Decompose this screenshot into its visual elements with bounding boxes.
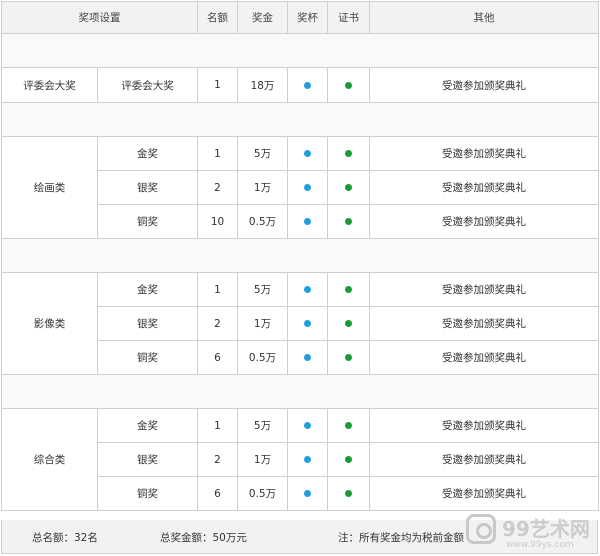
- prize-cell: 0.5万: [237, 340, 288, 375]
- other-cell: 受邀参加颁奖典礼: [369, 476, 599, 511]
- level-cell: 银奖: [97, 442, 198, 477]
- category-cell: 综合类: [1, 408, 98, 511]
- category-cell: 影像类: [1, 272, 98, 375]
- total-prize: 总奖金额：50万元: [160, 532, 247, 544]
- certificate-dot-icon: [345, 456, 352, 463]
- cup-dot-icon: [304, 354, 311, 361]
- total-count: 总名额：32名: [32, 532, 98, 544]
- certificate-dot-icon: [345, 490, 352, 497]
- cup-dot-icon: [304, 456, 311, 463]
- certificate-dot-icon: [345, 150, 352, 157]
- other-cell: 受邀参加颁奖典礼: [369, 272, 599, 307]
- cup-dot-icon: [304, 218, 311, 225]
- cup-dot-icon: [304, 320, 311, 327]
- level-cell: 铜奖: [97, 476, 198, 511]
- prize-cell: 5万: [237, 272, 288, 307]
- header-certificate: 证书: [327, 1, 370, 34]
- cup-dot-icon: [304, 490, 311, 497]
- count-cell: 2: [197, 442, 238, 477]
- table-row: 绘画类 金奖 1 5万 受邀参加颁奖典礼: [1, 136, 599, 239]
- table-row: 综合类 金奖 1 5万 受邀参加颁奖典礼: [1, 408, 599, 511]
- other-cell: 受邀参加颁奖典礼: [369, 306, 599, 341]
- watermark-url: www.99ys.com: [506, 540, 574, 550]
- header-count: 名额: [197, 1, 238, 34]
- cup-dot-icon: [304, 81, 311, 89]
- certificate-dot-icon: [345, 286, 352, 293]
- header-cup: 奖杯: [287, 1, 328, 34]
- level-cell: 铜奖: [97, 340, 198, 375]
- prize-cell: 1万: [237, 306, 288, 341]
- count-cell: 6: [197, 476, 238, 511]
- count-cell: 2: [197, 306, 238, 341]
- prize-cell: 5万: [237, 136, 288, 171]
- spacer-row: [1, 238, 599, 273]
- count-cell: 1: [197, 136, 238, 171]
- tax-note: 注：所有奖金均为税前金额: [338, 532, 464, 544]
- count-cell: 1: [197, 67, 238, 103]
- certificate-dot-icon: [345, 320, 352, 327]
- header-award-setting: 奖项设置: [1, 1, 198, 34]
- level-cell: 金奖: [97, 136, 198, 171]
- awards-table: 奖项设置 名额 奖金 奖杯 证书 其他 评委会大奖 评委会大奖 1 18万 受邀…: [1, 1, 599, 511]
- header-prize: 奖金: [237, 1, 288, 34]
- count-cell: 10: [197, 204, 238, 239]
- count-cell: 1: [197, 272, 238, 307]
- category-cell: 评委会大奖: [1, 67, 98, 103]
- level-cell: 银奖: [97, 170, 198, 205]
- table-row-jury: 评委会大奖 评委会大奖 1 18万 受邀参加颁奖典礼: [1, 67, 599, 103]
- watermark-logo-icon: [466, 514, 496, 544]
- other-cell: 受邀参加颁奖典礼: [369, 170, 599, 205]
- cup-dot-icon: [304, 150, 311, 157]
- certificate-dot-icon: [345, 81, 352, 89]
- table-header-row: 奖项设置 名额 奖金 奖杯 证书 其他: [1, 1, 599, 34]
- prize-cell: 5万: [237, 408, 288, 443]
- table-row: 影像类 金奖 1 5万 受邀参加颁奖典礼: [1, 272, 599, 375]
- prize-cell: 1万: [237, 442, 288, 477]
- watermark-brand: 99艺术网: [502, 517, 590, 541]
- certificate-dot-icon: [345, 218, 352, 225]
- level-cell: 评委会大奖: [97, 67, 198, 103]
- prize-cell: 0.5万: [237, 476, 288, 511]
- certificate-dot-icon: [345, 184, 352, 191]
- certificate-dot-icon: [345, 422, 352, 429]
- certificate-dot-icon: [345, 354, 352, 361]
- count-cell: 1: [197, 408, 238, 443]
- other-cell: 受邀参加颁奖典礼: [369, 67, 599, 103]
- cup-dot-icon: [304, 286, 311, 293]
- count-cell: 6: [197, 340, 238, 375]
- level-cell: 铜奖: [97, 204, 198, 239]
- header-other: 其他: [369, 1, 599, 34]
- prize-cell: 0.5万: [237, 204, 288, 239]
- prize-cell: 1万: [237, 170, 288, 205]
- other-cell: 受邀参加颁奖典礼: [369, 442, 599, 477]
- cup-dot-icon: [304, 422, 311, 429]
- other-cell: 受邀参加颁奖典礼: [369, 136, 599, 171]
- spacer-row: [1, 374, 599, 409]
- spacer-row: [1, 102, 599, 137]
- spacer-row: [1, 33, 599, 68]
- prize-cell: 18万: [237, 67, 288, 103]
- other-cell: 受邀参加颁奖典礼: [369, 340, 599, 375]
- category-cell: 绘画类: [1, 136, 98, 239]
- cup-dot-icon: [304, 184, 311, 191]
- count-cell: 2: [197, 170, 238, 205]
- level-cell: 金奖: [97, 272, 198, 307]
- other-cell: 受邀参加颁奖典礼: [369, 204, 599, 239]
- level-cell: 银奖: [97, 306, 198, 341]
- level-cell: 金奖: [97, 408, 198, 443]
- other-cell: 受邀参加颁奖典礼: [369, 408, 599, 443]
- watermark: 99艺术网 www.99ys.com: [466, 512, 596, 554]
